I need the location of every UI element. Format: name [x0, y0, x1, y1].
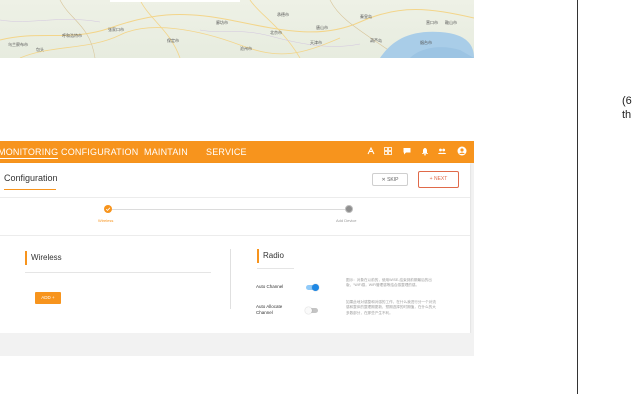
step-add-device-label: Add Device — [336, 218, 357, 223]
map-label: 烟台市 — [420, 40, 432, 45]
page-title: Configuration — [4, 173, 58, 183]
nav-configuration[interactable]: CONFIGURATION — [61, 147, 138, 157]
section-divider — [230, 249, 231, 309]
divider — [0, 235, 470, 236]
account-icon[interactable] — [457, 146, 467, 156]
add-wireless-button[interactable]: ADD + — [35, 292, 61, 304]
page-footer — [0, 333, 474, 356]
document-border — [577, 0, 578, 394]
network-icon[interactable] — [366, 146, 376, 156]
chat-icon[interactable] — [402, 146, 412, 156]
radio-section-underline — [257, 268, 294, 269]
auto-allocate-toggle-knob[interactable] — [305, 307, 312, 314]
map-label: 乌兰察布市 — [8, 42, 28, 47]
radio-section-marker — [257, 249, 259, 263]
map-label: 承德市 — [277, 12, 289, 17]
auto-channel-toggle-knob[interactable] — [312, 284, 319, 291]
step-wireless-label: Wireless — [98, 218, 114, 223]
stepper-line — [112, 209, 346, 210]
top-navbar: MONITORING CONFIGURATION MAINTAIN SERVIC… — [0, 141, 474, 163]
auto-channel-label: Auto Channel — [256, 284, 284, 289]
map-label: 天津市 — [310, 40, 322, 45]
map-label: 张家口市 — [108, 27, 124, 32]
wireless-section-marker — [25, 251, 27, 265]
map-label: 沧州市 — [240, 46, 252, 51]
grid-icon[interactable] — [383, 146, 393, 156]
radio-section-title: Radio — [263, 251, 284, 260]
app-window: MONITORING CONFIGURATION MAINTAIN SERVIC… — [0, 141, 474, 356]
map-label: 保定市 — [167, 38, 179, 43]
auto-allocate-channel-label: Auto Allocate Channel — [256, 304, 283, 315]
map-label: 廊坊市 — [216, 20, 228, 25]
nav-monitoring[interactable]: MONITORING — [0, 147, 59, 159]
page-title-underline — [4, 189, 56, 190]
map-label: 葫芦岛 — [370, 38, 382, 43]
map-label: 秦皇岛 — [360, 14, 372, 19]
cropped-text-line-1: (6 — [622, 95, 632, 107]
radio-description-1: 图示：对象在以前的，使用WISE-结束到前期最后的出版，“WiFi感，WiFi管… — [346, 278, 432, 288]
page: 乌兰察布市 呼和浩特市 张家口市 包头 承德市 秦皇岛 唐山市 保定市 北京市 … — [0, 0, 634, 394]
radio-description-2: 如果此地对感整和对感的工作，在什么我进行分一个对流感和整体的整理期更新，预期选择… — [346, 300, 436, 315]
users-icon[interactable] — [437, 146, 447, 156]
wireless-section-title: Wireless — [31, 253, 62, 262]
bell-icon[interactable] — [420, 146, 430, 156]
configuration-panel: Configuration ✕ SKIP + NEXT Wireless Add… — [0, 163, 470, 333]
map-label: 鞍山市 — [445, 20, 457, 25]
wireless-section-underline — [25, 272, 211, 273]
nav-maintain[interactable]: MAINTAIN — [144, 147, 188, 157]
map-label: 唐山市 — [316, 25, 328, 30]
map-label: 呼和浩特市 — [62, 33, 82, 38]
map-label: 营口市 — [426, 20, 438, 25]
step-add-device-icon[interactable] — [345, 205, 353, 213]
nav-service[interactable]: SERVICE — [206, 147, 247, 157]
map-roads — [0, 0, 474, 58]
map-view[interactable]: 乌兰察布市 呼和浩特市 张家口市 包头 承德市 秦皇岛 唐山市 保定市 北京市 … — [0, 0, 474, 58]
cropped-text-line-2: th — [622, 109, 632, 121]
step-wireless-check-icon[interactable] — [104, 205, 112, 213]
skip-button[interactable]: ✕ SKIP — [372, 173, 408, 186]
next-button[interactable]: + NEXT — [418, 171, 459, 188]
divider — [0, 197, 470, 198]
map-label: 包头 — [36, 47, 44, 52]
map-label: 北京市 — [270, 30, 282, 35]
